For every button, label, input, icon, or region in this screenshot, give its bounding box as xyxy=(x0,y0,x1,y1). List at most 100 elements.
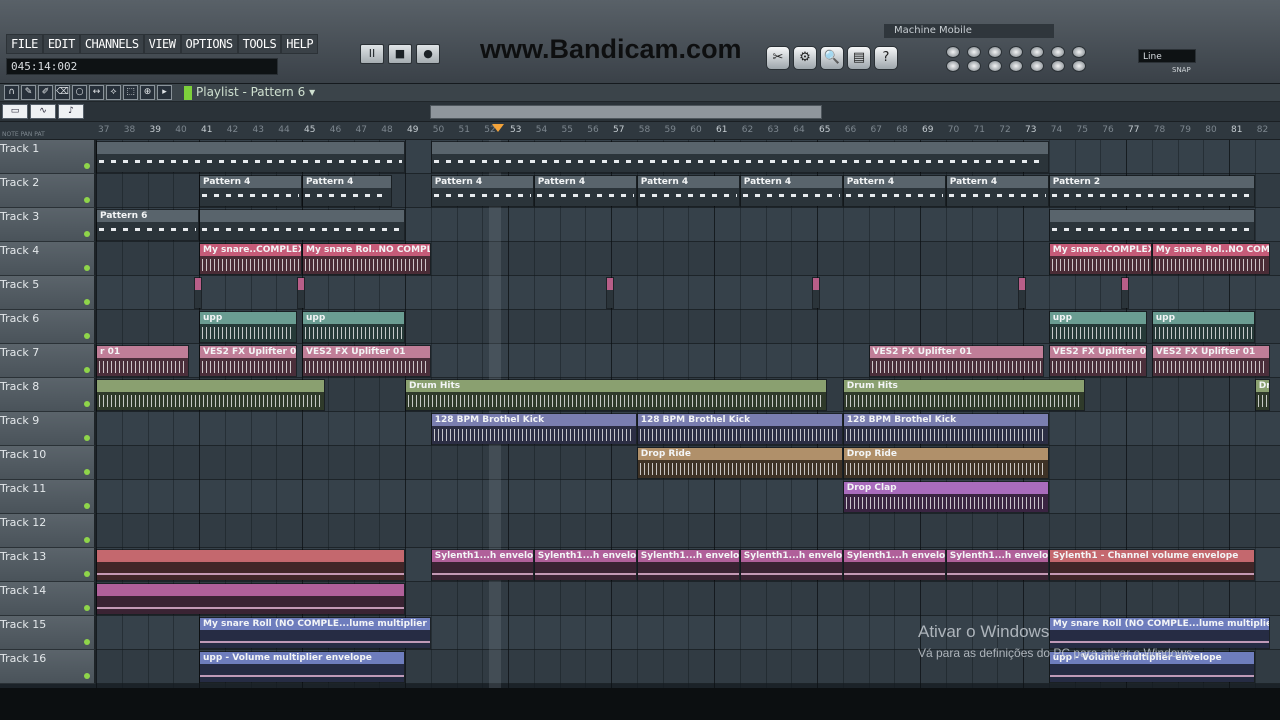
knob[interactable] xyxy=(1051,46,1065,58)
playlist-clip[interactable]: VES2 FX Uplifter 01 xyxy=(868,345,1044,377)
track-header[interactable]: Track 13 xyxy=(0,548,96,582)
track-header[interactable]: Track 9 xyxy=(0,412,96,446)
playlist-clip[interactable]: VES2 FX Uplifter 01 xyxy=(199,345,297,377)
playback-tool-icon[interactable]: ▸ xyxy=(157,85,172,100)
playlist-clip[interactable]: Pattern 4 xyxy=(739,175,843,207)
playlist-clip[interactable] xyxy=(811,277,820,309)
playlist-clip[interactable]: r 01 xyxy=(96,345,189,377)
track-active-led[interactable] xyxy=(84,503,90,509)
menu-edit[interactable]: EDIT xyxy=(42,34,80,54)
playlist-clip[interactable]: Pattern 4 xyxy=(945,175,1049,207)
track-header[interactable]: Track 5 xyxy=(0,276,96,310)
playlist-clip[interactable]: Pattern 4 xyxy=(430,175,534,207)
knob[interactable] xyxy=(1051,60,1065,72)
track-active-led[interactable] xyxy=(84,605,90,611)
playlist-clip[interactable] xyxy=(96,379,326,411)
search-icon[interactable]: 🔍 xyxy=(820,46,844,70)
playlist-clip[interactable]: 128 BPM Brothel Kick xyxy=(430,413,637,445)
playlist-clip[interactable] xyxy=(1120,277,1129,309)
slip-tool-icon[interactable]: ↔ xyxy=(89,85,104,100)
track-row[interactable]: Track 12 xyxy=(0,514,1280,548)
automation-mode-icon[interactable]: ♪ xyxy=(58,104,84,119)
playlist-clip[interactable]: Pattern 6 xyxy=(96,209,199,241)
knob[interactable] xyxy=(946,60,960,72)
mute-tool-icon[interactable]: ○ xyxy=(72,85,87,100)
record-button[interactable]: ● xyxy=(416,44,440,64)
slice-tool-icon[interactable]: ⟡ xyxy=(106,85,121,100)
document-icon[interactable]: ▤ xyxy=(847,46,871,70)
track-header[interactable]: Track 4 xyxy=(0,242,96,276)
track-header[interactable]: Track 8 xyxy=(0,378,96,412)
playlist-clip[interactable] xyxy=(96,549,405,581)
knob[interactable] xyxy=(1072,46,1086,58)
knob[interactable] xyxy=(1009,46,1023,58)
track-active-led[interactable] xyxy=(84,333,90,339)
track-header[interactable]: Track 1 xyxy=(0,140,96,174)
playlist-clip[interactable]: Drum Hits xyxy=(842,379,1085,411)
knob[interactable] xyxy=(967,46,981,58)
playlist-clip[interactable]: Pattern 2 xyxy=(1048,175,1255,207)
playlist-clip[interactable]: My snare Rol..NO COMPLEX) xyxy=(302,243,431,275)
playlist-clip[interactable]: upp xyxy=(1151,311,1255,343)
select-tool-icon[interactable]: ⬚ xyxy=(123,85,138,100)
track-active-led[interactable] xyxy=(84,639,90,645)
menu-file[interactable]: FILE xyxy=(6,34,43,54)
playlist-clip[interactable]: My snare Roll (NO COMPLE...lume multipli… xyxy=(199,617,431,649)
snap-select[interactable]: Line xyxy=(1138,49,1196,63)
track-header[interactable]: Track 6 xyxy=(0,310,96,344)
delete-tool-icon[interactable]: ⌫ xyxy=(55,85,70,100)
pause-button[interactable]: II xyxy=(360,44,384,64)
knob[interactable] xyxy=(988,46,1002,58)
playlist-clip[interactable] xyxy=(430,141,1049,173)
pattern-mode-icon[interactable]: ▭ xyxy=(2,104,28,119)
playlist-clip[interactable]: Sylenth1...h envelope xyxy=(533,549,637,581)
playlist-clip[interactable]: upp - Volume multiplier envelope xyxy=(199,651,405,683)
playlist-clip[interactable]: Pattern 4 xyxy=(636,175,740,207)
scissors-icon[interactable]: ✂ xyxy=(766,46,790,70)
playlist-clip[interactable]: Dru xyxy=(1254,379,1270,411)
playlist-clip[interactable] xyxy=(96,141,405,173)
playlist-clip[interactable] xyxy=(1048,209,1255,241)
playlist-clip[interactable]: Pattern 4 xyxy=(842,175,946,207)
playlist-clip[interactable]: Sylenth1...h envelope xyxy=(945,549,1049,581)
knob[interactable] xyxy=(1009,60,1023,72)
playlist-clip[interactable]: Sylenth1 - Channel volume envelope xyxy=(1048,549,1255,581)
playlist-clip[interactable]: 128 BPM Brothel Kick xyxy=(636,413,843,445)
timeline-ruler[interactable]: NOTE PAN PAT 37 38 39 40 41 42 43 44 45 46 47 48 49 5… xyxy=(0,122,1280,140)
menu-options[interactable]: OPTIONS xyxy=(180,34,238,54)
playlist-clip[interactable] xyxy=(96,583,405,615)
menu-tools[interactable]: TOOLS xyxy=(237,34,282,54)
playlist-clip[interactable]: Pattern 4 xyxy=(533,175,637,207)
knob[interactable] xyxy=(1072,60,1086,72)
track-active-led[interactable] xyxy=(84,571,90,577)
track-row[interactable]: Track 5 xyxy=(0,276,1280,310)
menu-channels[interactable]: CHANNELS xyxy=(79,34,144,54)
paint-tool-icon[interactable]: ✐ xyxy=(38,85,53,100)
track-header[interactable]: Track 12 xyxy=(0,514,96,548)
playlist-clip[interactable] xyxy=(193,277,202,309)
knob[interactable] xyxy=(967,60,981,72)
track-active-led[interactable] xyxy=(84,197,90,203)
zoom-tool-icon[interactable]: ⊕ xyxy=(140,85,155,100)
track-header[interactable]: Track 3 xyxy=(0,208,96,242)
track-active-led[interactable] xyxy=(84,435,90,441)
playlist-clip[interactable]: My snare..COMPLEX) xyxy=(199,243,302,275)
track-active-led[interactable] xyxy=(84,299,90,305)
playlist-clip[interactable]: upp xyxy=(199,311,297,343)
menu-view[interactable]: VIEW xyxy=(143,34,181,54)
playlist-title[interactable]: Playlist - Pattern 6 ▾ xyxy=(184,85,315,100)
playlist-clip[interactable]: upp - Volume multiplier envelope xyxy=(1048,651,1255,683)
playlist-clip[interactable]: Drum Hits xyxy=(405,379,828,411)
track-header[interactable]: Track 14 xyxy=(0,582,96,616)
track-header[interactable]: Track 15 xyxy=(0,616,96,650)
track-header[interactable]: Track 11 xyxy=(0,480,96,514)
magnet-icon[interactable]: ∩ xyxy=(4,85,19,100)
track-active-led[interactable] xyxy=(84,673,90,679)
knob[interactable] xyxy=(1030,46,1044,58)
playlist-clip[interactable]: Drop Clap xyxy=(842,481,1049,513)
audio-mode-icon[interactable]: ∿ xyxy=(30,104,56,119)
track-active-led[interactable] xyxy=(84,231,90,237)
track-active-led[interactable] xyxy=(84,469,90,475)
menu-help[interactable]: HELP xyxy=(281,34,319,54)
playlist-clip[interactable]: Sylenth1...h envelope xyxy=(430,549,534,581)
